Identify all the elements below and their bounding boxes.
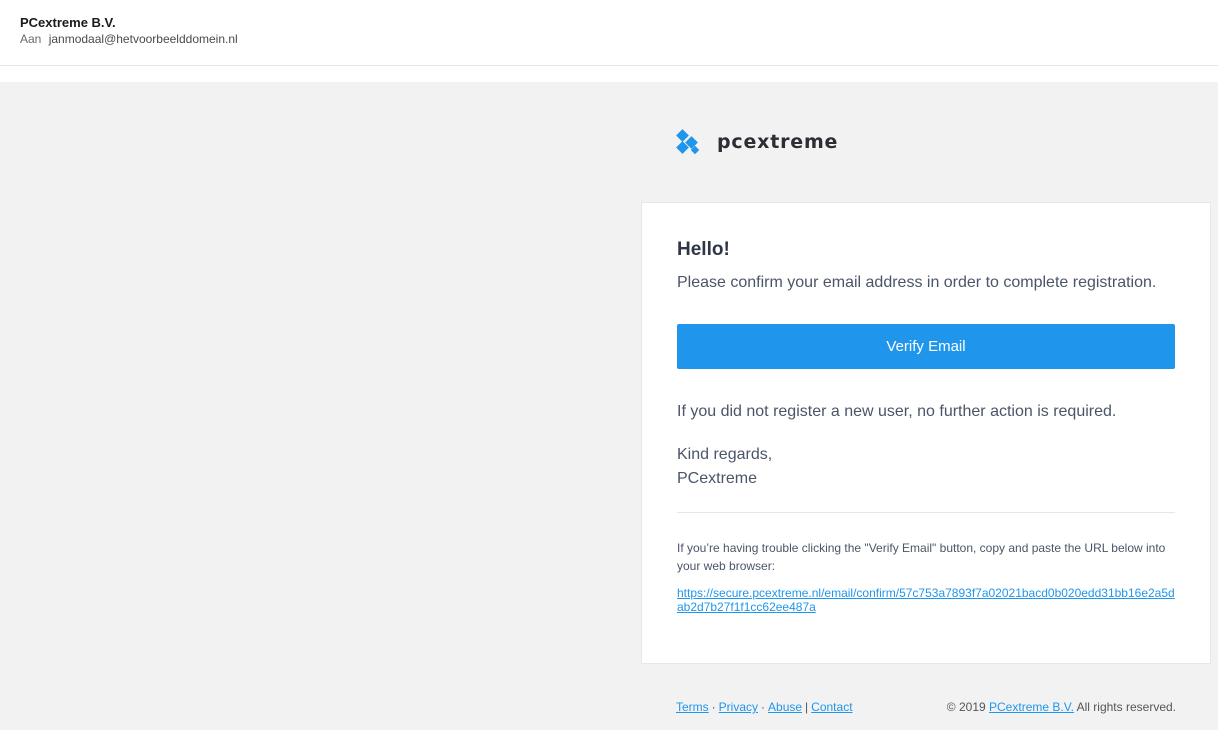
notice-text: If you did not register a new user, no f… bbox=[677, 403, 1117, 420]
copyright-suffix: All rights reserved. bbox=[1076, 700, 1176, 714]
intro-text: Please confirm your email address in ord… bbox=[677, 274, 1157, 291]
regards-line: Kind regards, bbox=[677, 446, 773, 463]
confirm-url-link[interactable]: https://secure.pcextreme.nl/email/confir… bbox=[677, 586, 1177, 614]
trouble-text: If you’re having trouble clicking the "V… bbox=[677, 541, 1166, 573]
terms-link[interactable]: Terms bbox=[676, 700, 709, 714]
logo-text: pcextreme bbox=[717, 131, 839, 153]
signature: Kind regards, PCextreme bbox=[677, 443, 772, 491]
separator: · bbox=[711, 700, 716, 714]
email-header: PCextreme B.V. Aan janmodaal@hetvoorbeel… bbox=[0, 0, 1218, 66]
verify-email-button[interactable]: Verify Email bbox=[677, 324, 1175, 369]
pcextreme-logo-icon bbox=[676, 129, 700, 155]
pcextreme-logo: pcextreme bbox=[675, 128, 838, 156]
footer-links: Terms · Privacy · Abuse | Contact bbox=[676, 700, 853, 714]
separator: · bbox=[761, 700, 766, 714]
message-card: Hello! Please confirm your email address… bbox=[641, 202, 1211, 664]
to-label: Aan bbox=[20, 32, 42, 46]
contact-link[interactable]: Contact bbox=[811, 700, 852, 714]
copyright-prefix: © 2019 bbox=[946, 700, 986, 714]
divider bbox=[677, 512, 1175, 513]
footer-copyright: © 2019 PCextreme B.V. All rights reserve… bbox=[947, 700, 1176, 714]
privacy-link[interactable]: Privacy bbox=[719, 700, 758, 714]
sender-name[interactable]: PCextreme B.V. bbox=[20, 15, 116, 30]
greeting: Hello! bbox=[677, 239, 730, 260]
company-link[interactable]: PCextreme B.V. bbox=[989, 700, 1074, 714]
recipient-row: Aan janmodaal@hetvoorbeelddomein.nl bbox=[20, 32, 238, 46]
recipient-address[interactable]: janmodaal@hetvoorbeelddomein.nl bbox=[49, 32, 238, 46]
separator: | bbox=[805, 700, 809, 714]
signature-name: PCextreme bbox=[677, 470, 758, 487]
abuse-link[interactable]: Abuse bbox=[768, 700, 802, 714]
